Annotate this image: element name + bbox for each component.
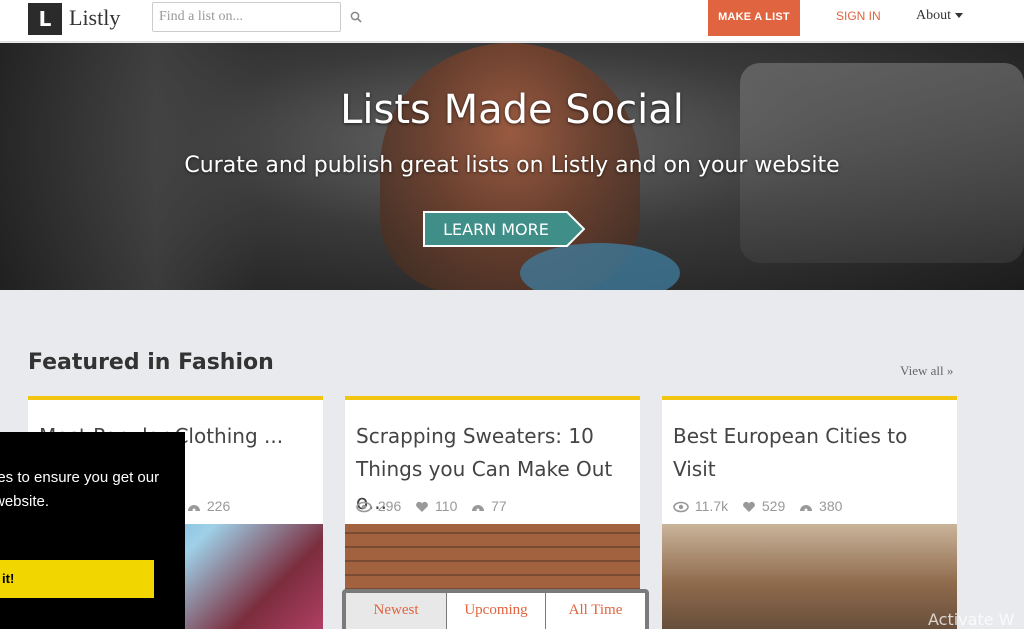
caret-down-icon xyxy=(955,13,963,19)
comments-count: 380 xyxy=(819,498,843,514)
make-a-list-button[interactable]: MAKE A LIST xyxy=(708,0,800,36)
activation-watermark: Activate W xyxy=(928,610,1015,629)
logo-text[interactable]: Listly xyxy=(69,5,120,31)
likes-stat: 529 xyxy=(742,498,785,514)
comments-icon xyxy=(188,505,200,512)
site-header: L Listly MAKE A LIST SIGN IN About xyxy=(0,0,1024,42)
sign-in-link[interactable]: SIGN IN xyxy=(836,9,881,23)
eye-icon xyxy=(673,501,689,513)
likes-count: 529 xyxy=(761,498,786,514)
search-input[interactable] xyxy=(152,2,341,32)
section-title: Featured in Fashion xyxy=(28,350,274,375)
cookie-consent-popup: ies to ensure you get our website. xyxy=(0,432,185,629)
eye-icon xyxy=(356,501,372,513)
hero-subtitle: Curate and publish great lists on Listly… xyxy=(184,153,840,178)
card-stats: 296 110 77 xyxy=(356,498,517,514)
card-title[interactable]: Best European Cities to Visit xyxy=(673,420,948,486)
card-image[interactable] xyxy=(662,524,957,629)
learn-more-button[interactable]: LEARN MORE xyxy=(423,211,585,247)
logo-icon[interactable]: L xyxy=(28,3,62,35)
comments-count: 226 xyxy=(206,498,231,514)
hero-banner: Lists Made Social Curate and publish gre… xyxy=(0,43,1024,290)
heart-icon xyxy=(743,501,755,512)
about-label: About xyxy=(916,8,951,23)
views-count: 296 xyxy=(377,498,402,514)
cookie-message: ies to ensure you get our website. xyxy=(0,469,160,510)
learn-more-label: LEARN MORE xyxy=(443,220,549,239)
about-menu[interactable]: About xyxy=(916,8,963,24)
views-count: 11.7k xyxy=(694,498,729,514)
comments-stat: 380 xyxy=(799,498,842,514)
search-icon[interactable] xyxy=(350,11,362,23)
tab-upcoming[interactable]: Upcoming xyxy=(447,593,545,629)
view-all-link[interactable]: View all » xyxy=(900,363,953,379)
tab-newest[interactable]: Newest xyxy=(346,593,446,629)
likes-count: 110 xyxy=(435,498,458,514)
sort-tabs: Newest Upcoming All Time xyxy=(342,589,649,629)
views-stat: 11.7k xyxy=(673,498,728,514)
views-stat: 296 xyxy=(356,498,401,514)
likes-stat: 110 xyxy=(415,498,457,514)
heart-icon xyxy=(416,501,429,512)
comments-icon xyxy=(800,505,813,512)
comments-stat: 226 xyxy=(187,498,230,514)
comments-stat: 77 xyxy=(471,498,507,514)
card-stats: 11.7k 529 380 xyxy=(673,498,852,514)
comments-count: 77 xyxy=(491,498,507,514)
list-card[interactable]: Best European Cities to Visit 11.7k 529 … xyxy=(662,396,957,629)
tab-all-time[interactable]: All Time xyxy=(546,593,645,629)
comments-icon xyxy=(472,505,485,512)
cookie-accept-button[interactable]: it! xyxy=(0,560,154,598)
hero-title: Lists Made Social xyxy=(340,87,684,133)
